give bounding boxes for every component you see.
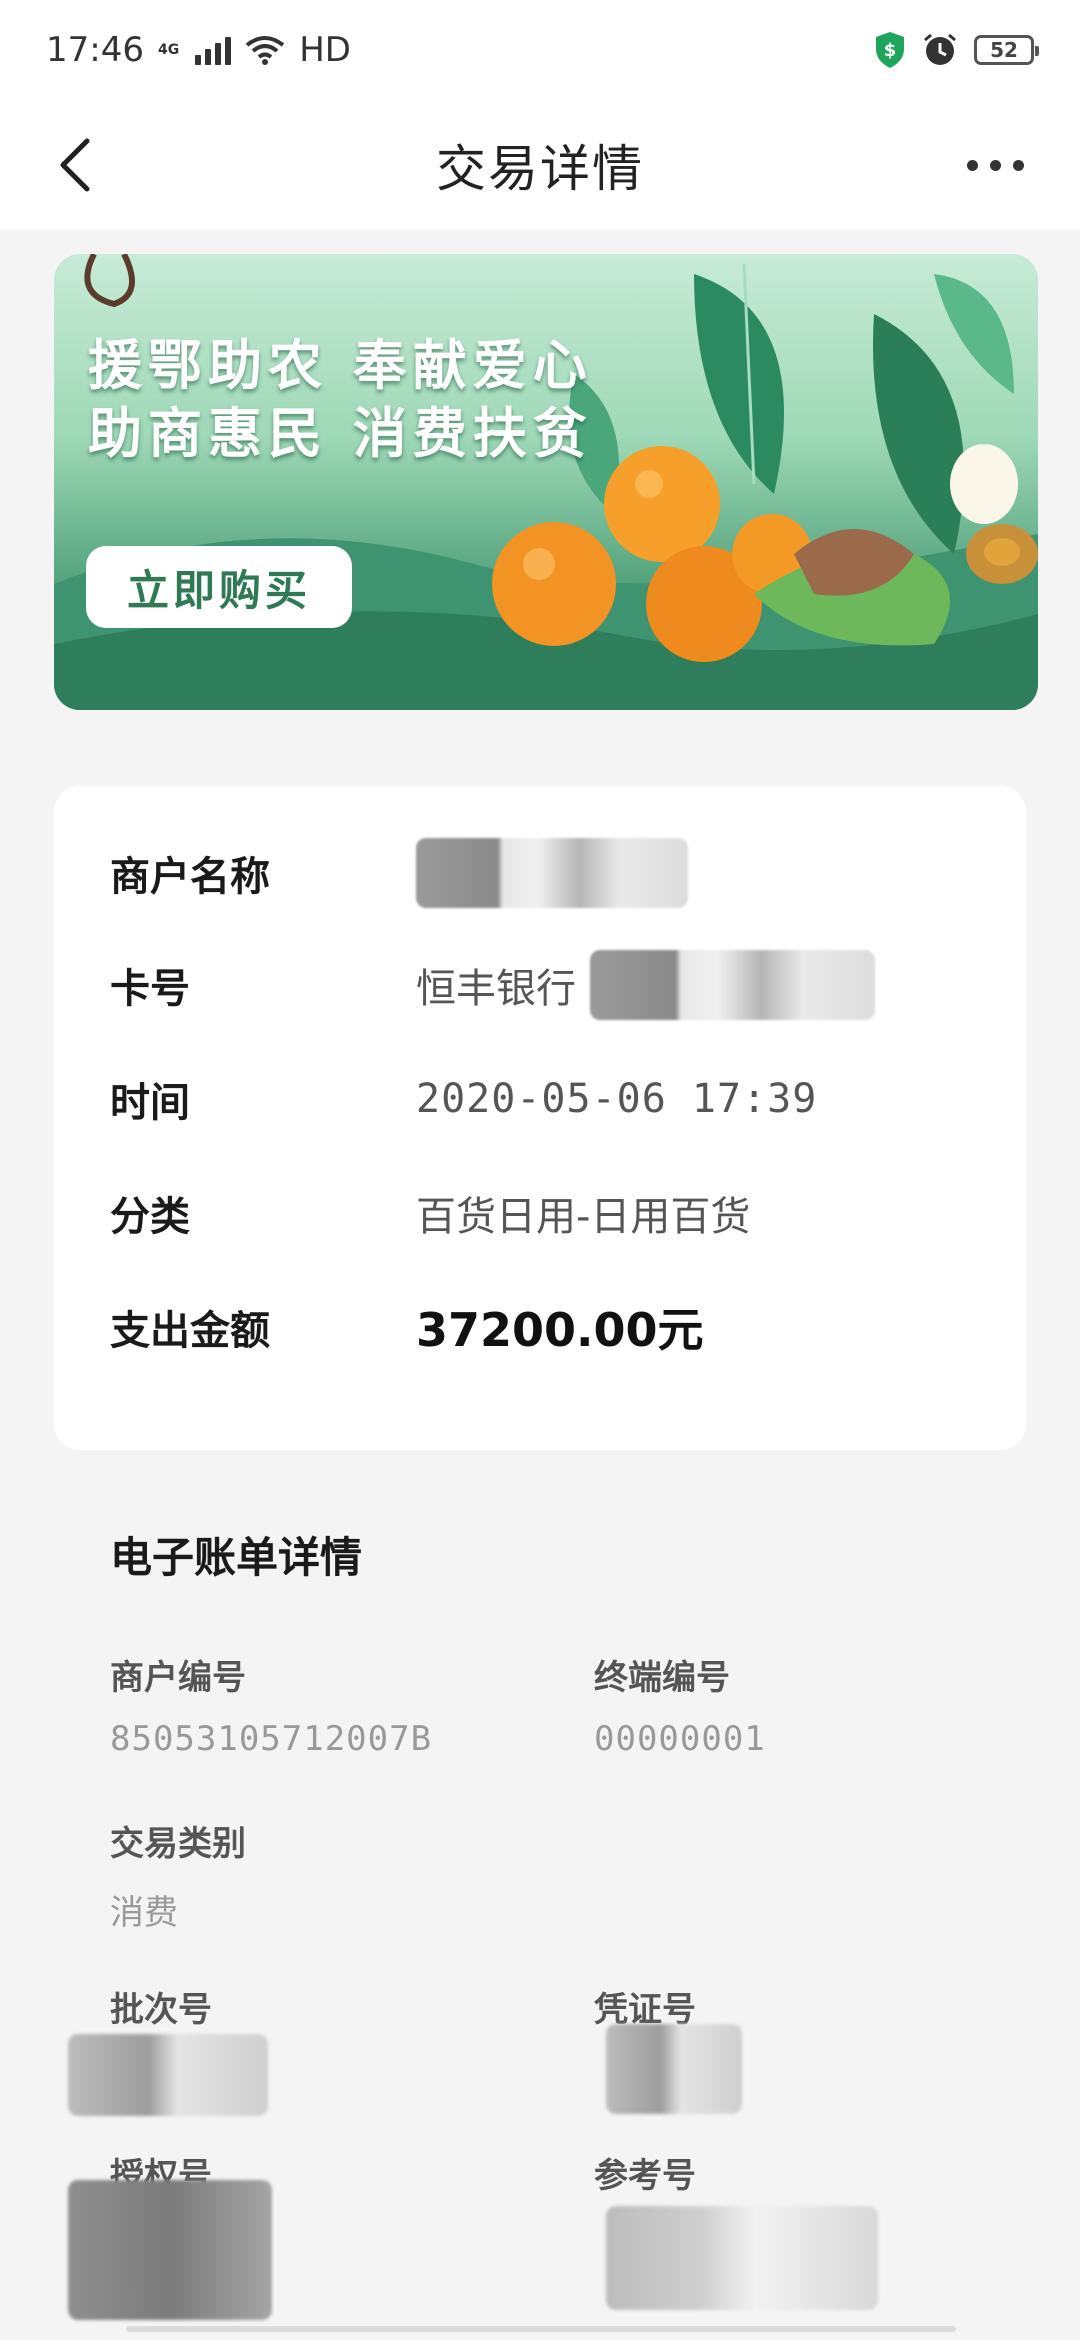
ref-no-field: 参考号	[594, 2148, 696, 2197]
redacted-card-number	[590, 950, 875, 1020]
slogan-line-2: 助商惠民 消费扶贫	[88, 402, 593, 465]
category-label: 分类	[110, 1194, 190, 1240]
nav-bar: 交易详情	[0, 100, 1080, 230]
hd-label: HD	[299, 30, 351, 70]
status-bar: 17:46 4G HD $ 52	[0, 0, 1080, 100]
svg-text:$: $	[884, 40, 897, 61]
redacted-merchant-name	[416, 838, 688, 908]
banner-slogan: 援鄂助农 奉献爱心 助商惠民 消费扶贫	[88, 332, 593, 468]
category-row: 分类 百货日用-日用百货	[110, 1178, 750, 1248]
more-dots-icon	[966, 159, 1024, 171]
status-time: 17:46	[46, 30, 144, 70]
terminal-no-field: 终端编号 00000001	[594, 1650, 766, 1759]
terminal-no-label: 终端编号	[594, 1658, 730, 1698]
promo-banner[interactable]: 援鄂助农 奉献爱心 助商惠民 消费扶贫 立即购买	[54, 254, 1038, 710]
buy-now-button[interactable]: 立即购买	[86, 546, 352, 628]
wifi-icon	[245, 36, 285, 65]
redacted-auth-no	[68, 2180, 272, 2320]
signal-icon	[195, 35, 232, 65]
status-right: $ 52	[874, 31, 1039, 69]
back-button[interactable]	[40, 130, 110, 200]
battery-icon: 52	[974, 35, 1039, 65]
category-value: 百货日用-日用百货	[416, 1194, 751, 1240]
time-label: 时间	[110, 1080, 190, 1126]
page-title: 交易详情	[436, 140, 644, 198]
banner-illustration	[54, 254, 1038, 710]
terminal-no-value: 00000001	[594, 1719, 766, 1759]
chevron-left-icon	[60, 138, 90, 192]
card-bank: 恒丰银行	[416, 966, 576, 1012]
merchant-row: 商户名称	[110, 838, 688, 908]
more-button[interactable]	[950, 130, 1040, 200]
txn-type-label: 交易类别	[110, 1824, 246, 1864]
txn-type-field: 交易类别 消费	[110, 1816, 246, 1934]
batch-no-label: 批次号	[110, 1990, 212, 2030]
network-tag: 4G	[157, 42, 180, 58]
shield-icon: $	[876, 32, 904, 68]
ref-no-label: 参考号	[594, 2156, 696, 2196]
merchant-no-value: 85053105712007B	[110, 1719, 433, 1759]
redacted-voucher-no	[606, 2024, 742, 2114]
time-value: 2020-05-06 17:39	[416, 1076, 818, 1122]
slogan-line-1: 援鄂助农 奉献爱心	[88, 334, 593, 397]
alarm-icon	[924, 33, 956, 65]
merchant-no-field: 商户编号 85053105712007B	[110, 1650, 432, 1759]
ebill-title: 电子账单详情	[110, 1533, 363, 1582]
transaction-card: 商户名称 卡号 恒丰银行 时间 2020-05-06 17:39 分类 百货日用…	[54, 786, 1026, 1450]
card-row: 卡号 恒丰银行	[110, 950, 875, 1020]
txn-type-value: 消费	[110, 1893, 178, 1933]
card-label: 卡号	[110, 966, 190, 1012]
amount-value: 37200.00元	[416, 1303, 704, 1357]
amount-row: 支出金额 37200.00元	[110, 1292, 704, 1362]
amount-label: 支出金额	[110, 1308, 270, 1354]
redacted-batch-no	[68, 2034, 268, 2116]
merchant-label: 商户名称	[110, 854, 270, 900]
bottom-divider	[126, 2326, 956, 2332]
time-row: 时间 2020-05-06 17:39	[110, 1064, 817, 1134]
batch-no-field: 批次号	[110, 1982, 212, 2031]
battery-level: 52	[990, 38, 1018, 62]
merchant-no-label: 商户编号	[110, 1658, 246, 1698]
redacted-ref-no	[606, 2206, 878, 2310]
status-left: 17:46 4G HD	[46, 30, 351, 70]
